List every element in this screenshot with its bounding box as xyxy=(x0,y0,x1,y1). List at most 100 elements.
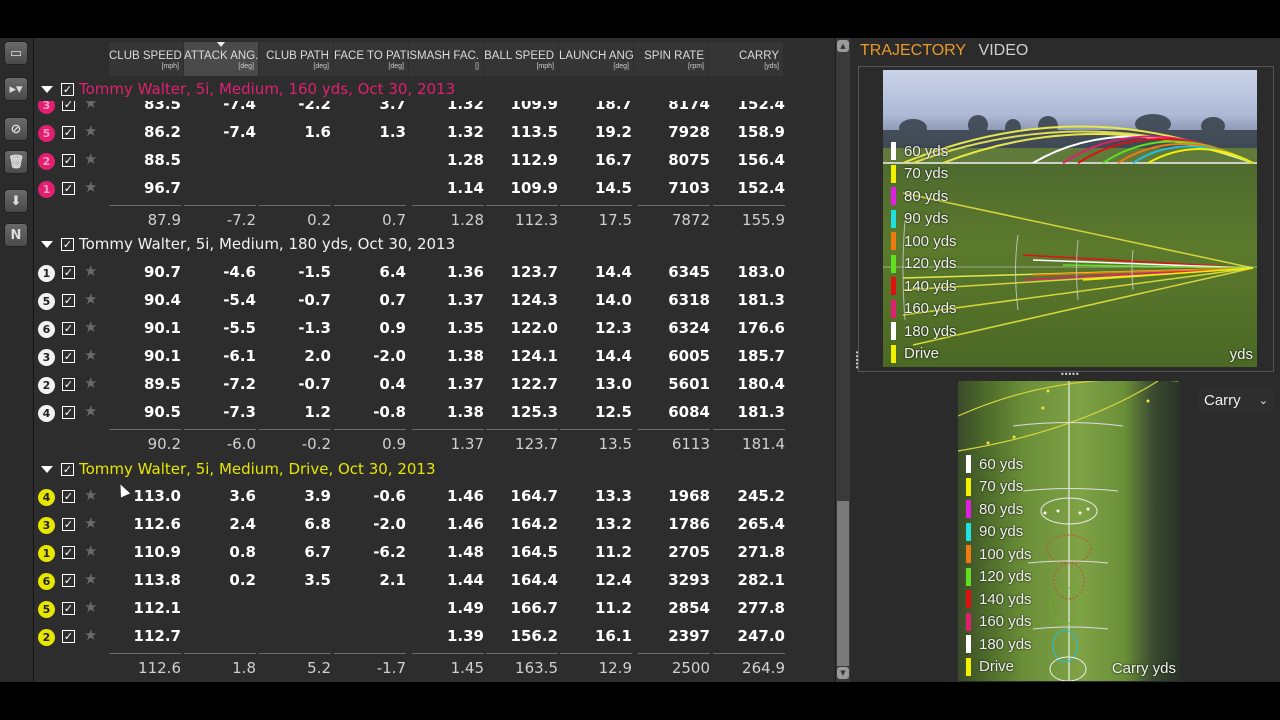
collapse-group-icon[interactable] xyxy=(41,465,53,473)
collapse-group-icon[interactable] xyxy=(41,240,53,248)
favorite-star-icon[interactable]: ★ xyxy=(84,374,97,392)
column-header-club-path[interactable]: CLUB PATH [deg] xyxy=(259,42,333,76)
tab-video[interactable]: VIDEO xyxy=(979,42,1029,60)
grid-scrollbar[interactable]: ▲ ▼ xyxy=(835,38,850,682)
shot-checkbox[interactable]: ✓ xyxy=(62,378,75,391)
scroll-down-button[interactable]: ▼ xyxy=(837,667,849,679)
shot-checkbox[interactable]: ✓ xyxy=(62,266,75,279)
favorite-star-icon[interactable]: ★ xyxy=(84,318,97,336)
open-folder-button[interactable]: ▭ xyxy=(5,42,27,64)
scroll-up-button[interactable]: ▲ xyxy=(837,40,849,52)
normalize-button[interactable]: N xyxy=(5,224,27,246)
favorite-star-icon[interactable]: ★ xyxy=(84,150,97,168)
shot-checkbox[interactable]: ✓ xyxy=(62,294,75,307)
collapse-group-icon[interactable] xyxy=(41,85,53,93)
legend-swatch xyxy=(891,344,896,363)
shot-checkbox[interactable]: ✓ xyxy=(62,490,75,503)
shot-number-badge: 4 xyxy=(38,489,55,506)
average-separator xyxy=(259,653,331,654)
group-checkbox[interactable]: ✓ xyxy=(61,82,74,96)
favorite-star-icon[interactable]: ★ xyxy=(84,262,97,280)
average-separator xyxy=(334,653,406,654)
shot-checkbox[interactable]: ✓ xyxy=(62,630,75,643)
shot-row[interactable]: 5 ✓ ★ 86.2 -7.4 1.6 1.3 1.32 113.5 19.2 7928 158.9 xyxy=(34,119,814,147)
group-checkbox[interactable]: ✓ xyxy=(61,237,74,251)
dispersion-view[interactable]: 60 yds 70 yds 80 yds 90 yds 100 yds 120 yds 14… xyxy=(958,381,1180,681)
shot-checkbox[interactable]: ✓ xyxy=(62,518,75,531)
shot-row[interactable]: 1 ✓ ★ 96.7 1.14 109.9 14.5 7103 152.4 xyxy=(34,175,814,203)
cell-club-speed: 90.7 xyxy=(143,263,181,281)
hide-button[interactable]: ⊘ xyxy=(5,118,27,140)
shot-checkbox[interactable]: ✓ xyxy=(62,574,75,587)
legend-label: 180 yds xyxy=(904,322,957,340)
splitter-grip-horizontal[interactable]: ••••• xyxy=(1060,370,1080,379)
shot-row[interactable]: 1 ✓ ★ 90.7 -4.6 -1.5 6.4 1.36 123.7 14.4 6345 183.0 xyxy=(34,259,814,287)
group-checkbox[interactable]: ✓ xyxy=(61,462,74,476)
favorite-star-icon[interactable]: ★ xyxy=(84,598,97,616)
shot-checkbox[interactable]: ✓ xyxy=(62,322,75,335)
trajectory-view[interactable]: 60 yds 70 yds 80 yds 90 yds 100 yds 120 yds 14… xyxy=(883,70,1257,367)
shot-row[interactable]: 5 ✓ ★ 112.1 1.49 166.7 11.2 2854 277.8 xyxy=(34,595,814,623)
column-title: FACE TO PATH xyxy=(334,50,415,62)
favorite-star-icon[interactable]: ★ xyxy=(84,122,97,140)
cell-face-to-path: -2.0 xyxy=(373,347,406,365)
column-unit: [mph] xyxy=(536,63,554,70)
shot-row[interactable]: 1 ✓ ★ 110.9 0.8 6.7 -6.2 1.48 164.5 11.2 2705 271.8 xyxy=(34,539,814,567)
column-header-row: CLUB SPEED [mph] ATTACK ANG. [deg] CLUB PATH… xyxy=(34,42,794,76)
cell-club-speed: 96.7 xyxy=(143,179,181,197)
average-separator xyxy=(412,205,484,206)
column-unit: [mph] xyxy=(161,63,179,70)
export-button[interactable]: ⬇ xyxy=(5,190,27,212)
shot-checkbox[interactable]: ✓ xyxy=(62,154,75,167)
shot-row[interactable]: 6 ✓ ★ 90.1 -5.5 -1.3 0.9 1.35 122.0 12.3 6324 176.6 xyxy=(34,315,814,343)
cell-face-to-path: 0.4 xyxy=(379,375,406,393)
legend-label: 70 yds xyxy=(904,165,949,183)
legend-label: 120 yds xyxy=(904,255,957,273)
shot-row[interactable]: 4 ✓ ★ 90.5 -7.3 1.2 -0.8 1.38 125.3 12.5 6084 181.3 xyxy=(34,399,814,427)
shot-row[interactable]: 4 ✓ ★ 113.0 3.6 3.9 -0.6 1.46 164.7 13.3 1968 245.2 xyxy=(34,483,814,511)
cell-smash-fac: 1.46 xyxy=(446,515,484,533)
favorite-star-icon[interactable]: ★ xyxy=(84,514,97,532)
shot-row[interactable]: 3 ✓ ★ 90.1 -6.1 2.0 -2.0 1.38 124.1 14.4 6005 185.7 xyxy=(34,343,814,371)
cell-launch-ang: 11.2 xyxy=(594,599,632,617)
favorite-star-icon[interactable]: ★ xyxy=(84,626,97,644)
delete-button[interactable]: 🗑 xyxy=(5,151,27,173)
cell-club-path: -0.7 xyxy=(298,291,331,309)
shot-checkbox[interactable]: ✓ xyxy=(62,546,75,559)
column-header-face-to-path[interactable]: FACE TO PATH [deg] xyxy=(334,42,415,76)
cell-smash-fac: 1.49 xyxy=(446,599,484,617)
cell-face-to-path: -0.6 xyxy=(373,487,406,505)
favorite-star-icon[interactable]: ★ xyxy=(84,570,97,588)
dispersion-metric-select[interactable]: Carry ⌄ xyxy=(1198,387,1274,413)
shot-row[interactable]: 2 ✓ ★ 112.7 1.39 156.2 16.1 2397 247.0 xyxy=(34,623,814,651)
shot-checkbox[interactable]: ✓ xyxy=(62,182,75,195)
column-header-carry[interactable]: CARRY [yds] xyxy=(709,42,783,76)
shot-row[interactable]: 3 ✓ ★ 112.6 2.4 6.8 -2.0 1.46 164.2 13.2 1786 265.4 xyxy=(34,511,814,539)
favorite-star-icon[interactable]: ★ xyxy=(84,290,97,308)
column-header-attack-ang[interactable]: ATTACK ANG. [deg] xyxy=(184,42,258,76)
scrollbar-thumb[interactable] xyxy=(837,501,849,666)
favorite-star-icon[interactable]: ★ xyxy=(84,178,97,196)
favorite-star-icon[interactable]: ★ xyxy=(84,346,97,364)
column-header-launch-ang[interactable]: LAUNCH ANG. [deg] xyxy=(559,42,637,76)
shot-checkbox[interactable]: ✓ xyxy=(62,406,75,419)
column-header-spin-rate[interactable]: SPIN RATE [rpm] xyxy=(634,42,708,76)
shot-checkbox[interactable]: ✓ xyxy=(62,602,75,615)
column-header-club-speed[interactable]: CLUB SPEED [mph] xyxy=(109,42,183,76)
shot-checkbox[interactable]: ✓ xyxy=(62,350,75,363)
favorite-star-icon[interactable]: ★ xyxy=(84,402,97,420)
average-separator xyxy=(560,205,632,206)
shot-row[interactable]: 5 ✓ ★ 90.4 -5.4 -0.7 0.7 1.37 124.3 14.0 6318 181.3 xyxy=(34,287,814,315)
shot-row[interactable]: 6 ✓ ★ 113.8 0.2 3.5 2.1 1.44 164.4 12.4 3293 282.1 xyxy=(34,567,814,595)
shot-row[interactable]: 2 ✓ ★ 89.5 -7.2 -0.7 0.4 1.37 122.7 13.0 5601 180.4 xyxy=(34,371,814,399)
shot-checkbox[interactable]: ✓ xyxy=(62,126,75,139)
legend-item: 80 yds xyxy=(966,498,1032,521)
column-header-ball-speed[interactable]: BALL SPEED [mph] xyxy=(484,42,558,76)
column-header-smash-fac[interactable]: SMASH FAC.[] xyxy=(409,42,483,76)
cell-club-speed: 90.4 xyxy=(143,291,181,309)
favorite-star-icon[interactable]: ★ xyxy=(84,542,97,560)
filter-button[interactable]: ▸▾ xyxy=(5,78,27,100)
shot-row[interactable]: 2 ✓ ★ 88.5 1.28 112.9 16.7 8075 156.4 xyxy=(34,147,814,175)
tab-trajectory[interactable]: TRAJECTORY xyxy=(860,42,966,60)
favorite-star-icon[interactable]: ★ xyxy=(84,486,97,504)
